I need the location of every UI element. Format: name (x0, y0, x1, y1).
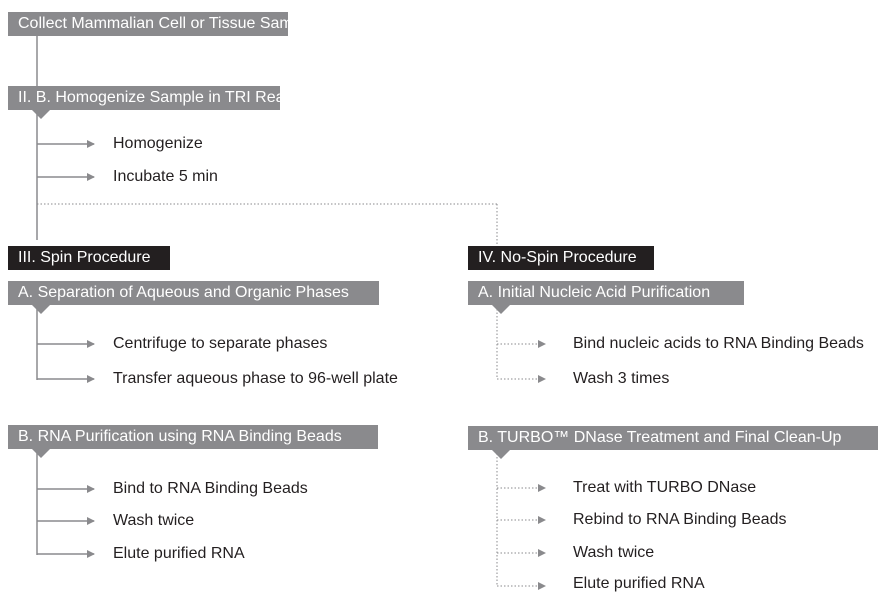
step-wash: Wash twice (113, 512, 195, 529)
homogenize-header-box: II. B. Homogenize Sample in TRI Reagent® (8, 86, 327, 119)
step-wash-3-times: Wash 3 times (573, 370, 670, 387)
spin-section-a-label: A. Separation of Aqueous and Organic Pha… (18, 284, 349, 301)
collect-sample-label: Collect Mammalian Cell or Tissue Sample (18, 15, 315, 32)
no-spin-procedure-label: IV. No-Spin Procedure (478, 249, 637, 266)
spin-section-a-box: A. Separation of Aqueous and Organic Pha… (8, 281, 379, 314)
step-centrifuge: Centrifuge to separate phases (113, 335, 328, 352)
step-elute-purified-rna: Elute purified RNA (573, 575, 705, 592)
step-bind: Bind to RNA Binding Beads (113, 480, 308, 497)
step-bind-nucleic-acids: Bind nucleic acids to RNA Binding Beads (573, 335, 864, 352)
spin-procedure-title: III. Spin Procedure (8, 246, 170, 270)
header-notch (492, 305, 510, 314)
step-homogenize: Homogenize (113, 135, 203, 152)
header-notch (32, 449, 50, 458)
step-transfer: Transfer aqueous phase to 96-well plate (113, 370, 398, 387)
workflow-diagram: Collect Mammalian Cell or Tissue Sample … (0, 0, 890, 594)
collect-sample-box: Collect Mammalian Cell or Tissue Sample (8, 12, 314, 36)
header-notch (32, 110, 50, 119)
homogenize-header-label: II. B. Homogenize Sample in TRI Reagent® (18, 89, 328, 106)
step-incubate: Incubate 5 min (113, 168, 218, 185)
step-wash-twice: Wash twice (573, 544, 655, 561)
no-spin-section-b-box: B. TURBO™ DNase Treatment and Final Clea… (468, 426, 878, 459)
no-spin-section-a-label: A. Initial Nucleic Acid Purification (478, 284, 711, 301)
header-notch (492, 450, 510, 459)
step-rebind: Rebind to RNA Binding Beads (573, 511, 787, 528)
spin-section-b-label: B. RNA Purification using RNA Binding Be… (18, 428, 342, 445)
no-spin-procedure-title: IV. No-Spin Procedure (468, 246, 654, 270)
spin-procedure-label: III. Spin Procedure (18, 249, 151, 266)
step-elute: Elute purified RNA (113, 545, 245, 562)
no-spin-section-a-box: A. Initial Nucleic Acid Purification (468, 281, 744, 314)
spin-section-b-box: B. RNA Purification using RNA Binding Be… (8, 425, 378, 458)
step-turbo-dnase: Treat with TURBO DNase (573, 479, 757, 496)
no-spin-section-b-label: B. TURBO™ DNase Treatment and Final Clea… (478, 429, 842, 446)
header-notch (32, 305, 50, 314)
